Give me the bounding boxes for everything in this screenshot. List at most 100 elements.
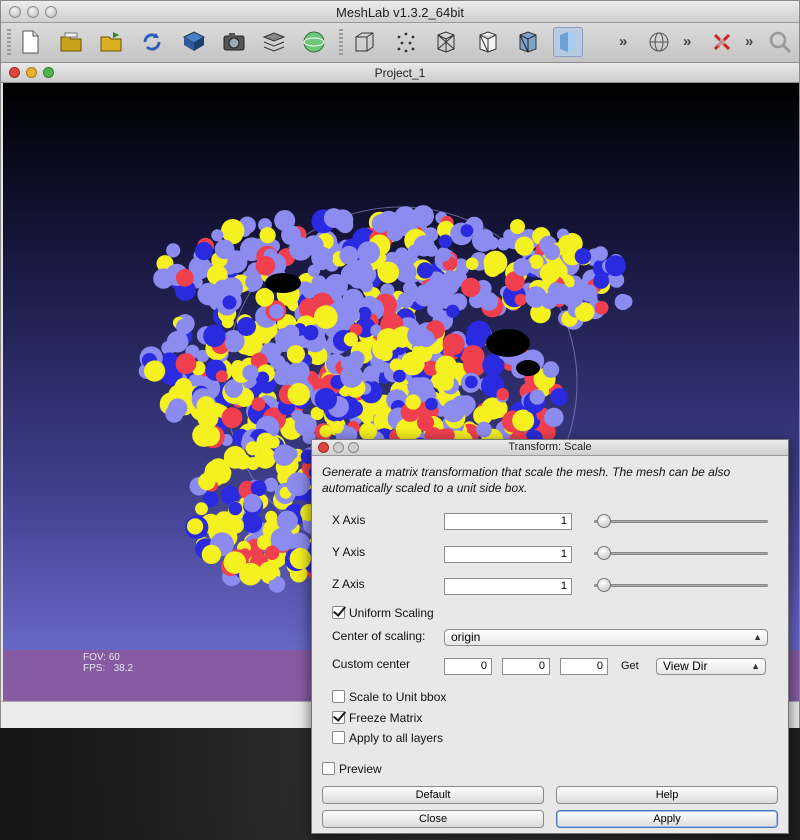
preview-checkbox[interactable] [322, 762, 335, 775]
open-project-icon[interactable] [57, 27, 87, 57]
flat-icon[interactable] [553, 27, 583, 57]
wireframe-icon[interactable] [431, 27, 461, 57]
view-dir-select[interactable]: View Dir ▲ [656, 658, 766, 675]
new-document-icon[interactable] [15, 27, 45, 57]
y-axis-slider[interactable] [594, 546, 768, 560]
flat-lines-icon[interactable] [513, 27, 543, 57]
x-axis-slider[interactable] [594, 514, 768, 528]
atom-sphere [405, 394, 421, 410]
filter-description: Generate a matrix transformation that sc… [322, 465, 731, 495]
atom-sphere [479, 292, 499, 311]
atom-sphere [211, 515, 228, 532]
z-axis-slider[interactable] [594, 578, 768, 592]
atom-sphere [242, 364, 259, 381]
scale-to-unit-bbox-checkbox[interactable] [332, 690, 345, 703]
atom-sphere [562, 286, 584, 308]
sphere-grid-icon[interactable] [644, 27, 674, 57]
atom-sphere [243, 493, 262, 513]
atom-sphere [442, 399, 465, 423]
open-folder-icon[interactable] [97, 27, 127, 57]
window-title: MeshLab v1.3.2_64bit [336, 5, 464, 20]
close-button[interactable]: Close [322, 810, 544, 828]
atom-sphere [539, 263, 561, 284]
freeze-matrix-label: Freeze Matrix [349, 711, 423, 725]
atom-sphere [581, 284, 598, 301]
layers-icon[interactable] [259, 27, 289, 57]
toolbar-overflow-chevron[interactable]: » [619, 33, 627, 50]
atom-sphere [281, 225, 301, 246]
atom-sphere [359, 422, 377, 441]
atom-sphere [379, 347, 393, 362]
x-axis-label: X Axis [332, 513, 366, 527]
save-disk-icon[interactable] [179, 27, 209, 57]
scale-to-unit-bbox-label: Scale to Unit bbox [349, 690, 447, 704]
no-color-icon[interactable] [707, 27, 737, 57]
snapshot-camera-icon[interactable] [219, 27, 249, 57]
atom-sphere [166, 243, 181, 258]
atom-sphere [224, 336, 239, 350]
atom-sphere [273, 444, 296, 466]
atom-sphere [514, 236, 534, 256]
atom-sphere [196, 396, 216, 416]
atom-sphere [460, 224, 474, 238]
atom-sphere [593, 272, 610, 289]
mesh-cavity [516, 360, 540, 376]
atom-sphere [438, 234, 453, 249]
freeze-matrix-checkbox[interactable] [332, 711, 345, 724]
view-dir-value: View Dir [663, 659, 708, 673]
custom-center-y-field[interactable]: 0 [502, 658, 550, 675]
atom-sphere [286, 345, 305, 364]
uniform-scaling-checkbox[interactable] [332, 606, 345, 619]
fov-label: FOV: [83, 652, 106, 663]
toolbar-overflow-chevron-3[interactable]: » [745, 33, 753, 50]
atom-sphere [435, 355, 458, 378]
atom-sphere [228, 501, 243, 516]
atom-sphere [359, 278, 373, 293]
custom-center-z-field[interactable]: 0 [560, 658, 608, 675]
window-titlebar: MeshLab v1.3.2_64bit [1, 1, 799, 23]
atom-sphere [214, 239, 235, 260]
help-button[interactable]: Help [556, 786, 778, 804]
custom-center-x-field[interactable]: 0 [444, 658, 492, 675]
transform-scale-dialog: Transform: Scale Generate a matrix trans… [311, 439, 789, 834]
z-axis-field[interactable]: 1 [444, 578, 572, 595]
atom-sphere [347, 308, 360, 322]
fov-readout: FOV: 60 [83, 652, 120, 663]
points-icon[interactable] [391, 27, 421, 57]
atom-sphere [269, 304, 284, 319]
atom-sphere [543, 243, 561, 261]
atom-sphere [464, 375, 478, 389]
atom-sphere [176, 359, 191, 374]
atom-sphere [153, 268, 174, 289]
search-icon[interactable] [765, 27, 795, 57]
apply-button[interactable]: Apply [556, 810, 778, 828]
atom-sphere [393, 369, 406, 383]
atom-sphere [442, 333, 465, 356]
dialog-titlebar: Transform: Scale [312, 440, 788, 456]
atom-sphere [255, 256, 276, 276]
y-axis-field[interactable]: 1 [444, 546, 572, 563]
atom-sphere [512, 409, 535, 432]
atom-sphere [168, 398, 188, 418]
color-sphere-icon[interactable] [299, 27, 329, 57]
atom-sphere [614, 293, 631, 311]
atom-sphere [187, 518, 204, 535]
reload-icon[interactable] [137, 27, 167, 57]
atom-sphere [425, 397, 438, 411]
center-of-scaling-select[interactable]: origin ▲ [444, 629, 768, 646]
hidden-lines-icon[interactable] [473, 27, 503, 57]
apply-to-all-layers-checkbox[interactable] [332, 731, 345, 744]
x-axis-field[interactable]: 1 [444, 513, 572, 530]
atom-sphere [245, 274, 260, 290]
atom-sphere [483, 250, 508, 275]
atom-sphere [593, 246, 608, 261]
atom-sphere [497, 237, 511, 251]
atom-sphere [416, 262, 434, 279]
atom-sphere [223, 551, 247, 574]
apply-to-all-layers-label: Apply to all layers [349, 731, 444, 745]
bbox-icon[interactable] [349, 27, 379, 57]
atom-sphere [394, 214, 413, 233]
default-button[interactable]: Default [322, 786, 544, 804]
atom-sphere [291, 409, 304, 422]
toolbar-overflow-chevron-2[interactable]: » [683, 33, 691, 50]
